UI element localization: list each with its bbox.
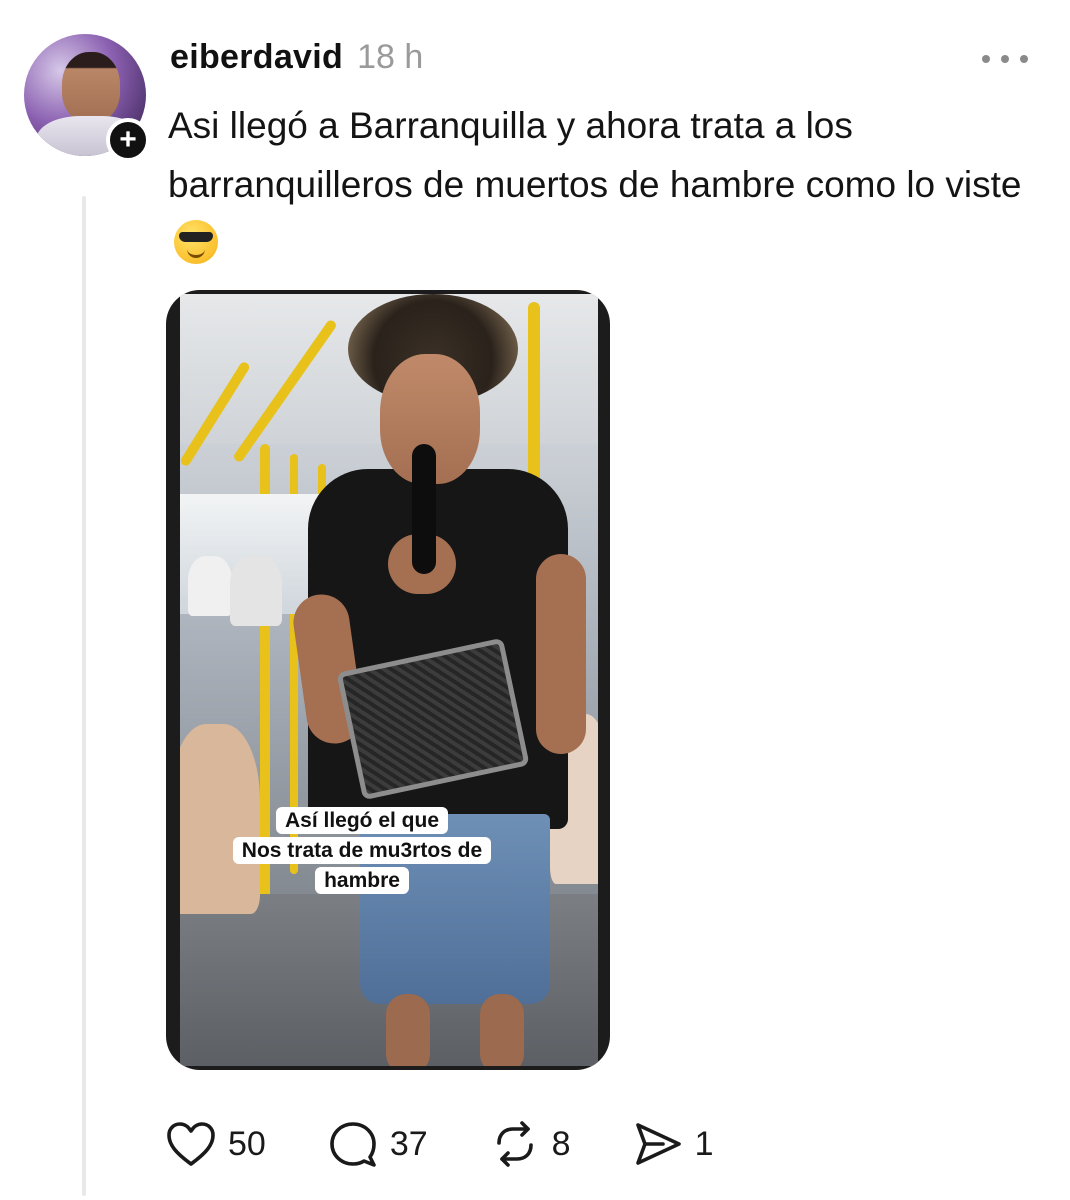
video-caption: Así llegó el que Nos trata de mu3rtos de… xyxy=(217,806,507,896)
sunglasses-emoji-icon xyxy=(174,220,218,264)
grab-rail xyxy=(528,302,540,502)
man-leg xyxy=(386,994,430,1066)
repost-count: 8 xyxy=(551,1124,571,1163)
post-text: Asi llegó a Barranquilla y ahora trata a… xyxy=(168,105,1022,205)
avatar-face xyxy=(62,52,120,122)
post-body: Asi llegó a Barranquilla y ahora trata a… xyxy=(168,96,1048,273)
more-options-icon[interactable] xyxy=(982,44,1028,74)
caption-line: Así llegó el que xyxy=(275,807,449,834)
thread-post: + eiberdavid 18 h Asi llegó a Barranquil… xyxy=(0,0,1070,1200)
repost-icon xyxy=(496,1121,533,1167)
thread-line xyxy=(82,196,86,1196)
passenger xyxy=(188,556,232,616)
dot xyxy=(1020,55,1028,63)
send-icon xyxy=(635,1123,681,1165)
share-button[interactable]: 1 xyxy=(633,1120,714,1168)
microphone xyxy=(412,444,436,574)
passenger xyxy=(230,556,282,626)
username[interactable]: eiberdavid xyxy=(170,38,343,77)
repost-button[interactable]: 8 xyxy=(490,1119,571,1169)
like-count: 50 xyxy=(228,1124,266,1163)
man-arm xyxy=(536,554,586,754)
caption-line: Nos trata de mu3rtos de xyxy=(232,837,492,864)
timestamp: 18 h xyxy=(357,38,424,76)
dot xyxy=(982,55,990,63)
man-leg xyxy=(480,994,524,1066)
reply-button[interactable]: 37 xyxy=(328,1119,428,1169)
share-count: 1 xyxy=(694,1124,714,1163)
post-video[interactable]: Así llegó el que Nos trata de mu3rtos de… xyxy=(166,290,610,1070)
dot xyxy=(1001,55,1009,63)
action-bar: 50 37 8 1 xyxy=(166,1116,776,1172)
reply-count: 37 xyxy=(389,1124,428,1163)
post-header: eiberdavid 18 h xyxy=(170,38,423,77)
heart-icon xyxy=(167,1122,215,1166)
like-button[interactable]: 50 xyxy=(166,1121,266,1167)
caption-line: hambre xyxy=(315,867,409,894)
follow-plus-icon[interactable]: + xyxy=(106,118,150,162)
video-frame: Así llegó el que Nos trata de mu3rtos de… xyxy=(180,294,598,1066)
comment-icon xyxy=(330,1122,376,1167)
